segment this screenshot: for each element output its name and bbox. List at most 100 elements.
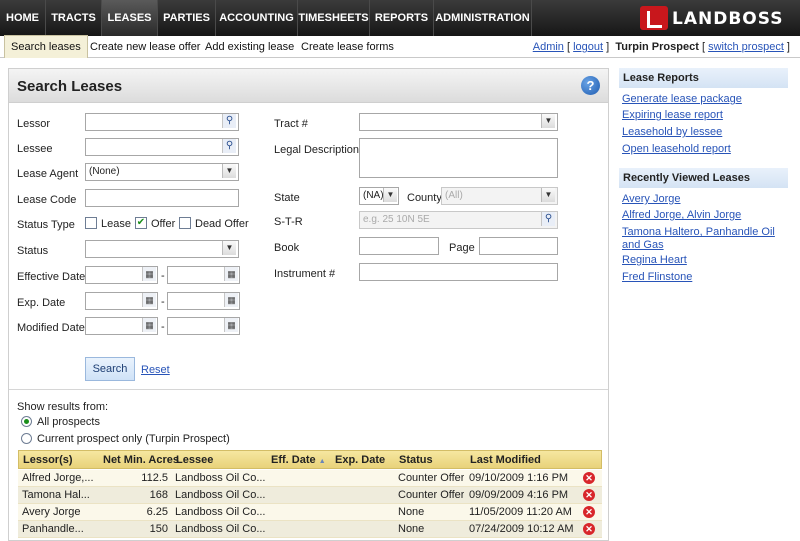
nav-timesheets[interactable]: TIMESHEETS bbox=[298, 0, 370, 36]
calendar-icon[interactable]: ▦ bbox=[224, 318, 238, 332]
str-input[interactable]: e.g. 25 10N 5E bbox=[359, 211, 558, 229]
chevron-down-icon[interactable]: ▼ bbox=[222, 241, 236, 255]
lessor-input[interactable] bbox=[85, 113, 239, 131]
current-prospect-radio[interactable] bbox=[21, 433, 32, 444]
delete-icon[interactable]: ✕ bbox=[583, 489, 595, 501]
cell-last-modified: 07/24/2009 10:12 AM bbox=[469, 523, 574, 535]
lessee-search-icon[interactable]: ⚲ bbox=[222, 139, 236, 153]
book-input[interactable] bbox=[359, 237, 439, 255]
nav-tracts[interactable]: TRACTS bbox=[46, 0, 102, 36]
offer-checkbox[interactable]: ✔ bbox=[135, 217, 147, 229]
chevron-down-icon[interactable]: ▼ bbox=[541, 188, 555, 202]
cell-lessor: Avery Jorge bbox=[22, 506, 81, 518]
lease-checkbox[interactable] bbox=[85, 217, 97, 229]
lease-code-input[interactable] bbox=[85, 189, 239, 207]
admin-link[interactable]: Admin bbox=[533, 41, 564, 53]
calendar-icon[interactable]: ▦ bbox=[142, 318, 156, 332]
report-link-open-leasehold[interactable]: Open leasehold report bbox=[622, 143, 788, 156]
nav-accounting[interactable]: ACCOUNTING bbox=[216, 0, 298, 36]
cell-status: None bbox=[398, 523, 425, 535]
calendar-icon[interactable]: ▦ bbox=[224, 293, 238, 307]
lessee-input[interactable] bbox=[85, 138, 239, 156]
chevron-down-icon[interactable]: ▼ bbox=[222, 164, 236, 178]
status-type-label: Status Type bbox=[17, 219, 75, 231]
modified-date-label: Modified Date bbox=[17, 322, 85, 334]
search-panel-header: Search Leases ? bbox=[9, 69, 608, 103]
calendar-icon[interactable]: ▦ bbox=[142, 267, 156, 281]
reset-link[interactable]: Reset bbox=[141, 364, 170, 376]
calendar-icon[interactable]: ▦ bbox=[142, 293, 156, 307]
offer-checkbox-label: Offer bbox=[151, 218, 176, 230]
delete-icon[interactable]: ✕ bbox=[583, 523, 595, 535]
subnav-add-existing[interactable]: Add existing lease bbox=[205, 36, 294, 58]
col-eff-date[interactable]: Eff. Date ▲ bbox=[271, 451, 326, 469]
delete-icon[interactable]: ✕ bbox=[583, 506, 595, 518]
dead-offer-checkbox[interactable] bbox=[179, 217, 191, 229]
cell-lessor: Panhandle... bbox=[22, 523, 84, 535]
table-row[interactable]: Tamona Hal... 168 Landboss Oil Co.... Co… bbox=[18, 487, 602, 504]
recent-lease-link[interactable]: Tamona Haltero, Panhandle Oil and Gas bbox=[622, 226, 788, 252]
cell-lessee: Landboss Oil Co.... bbox=[175, 506, 265, 518]
recent-lease-link[interactable]: Regina Heart bbox=[622, 254, 788, 267]
subnav-create-forms[interactable]: Create lease forms bbox=[301, 36, 394, 58]
nav-reports[interactable]: REPORTS bbox=[370, 0, 434, 36]
table-row[interactable]: Avery Jorge 6.25 Landboss Oil Co.... Non… bbox=[18, 504, 602, 521]
delete-icon[interactable]: ✕ bbox=[583, 472, 595, 484]
page-label: Page bbox=[449, 242, 475, 254]
logout-link[interactable]: logout bbox=[573, 41, 603, 53]
col-last-modified[interactable]: Last Modified bbox=[470, 451, 541, 469]
cell-acres: 168 bbox=[149, 489, 168, 501]
sort-asc-icon: ▲ bbox=[318, 458, 326, 465]
help-icon[interactable]: ? bbox=[581, 76, 600, 95]
subnav-search-leases[interactable]: Search leases bbox=[4, 35, 88, 58]
book-label: Book bbox=[274, 242, 300, 254]
current-prospect: Turpin Prospect bbox=[615, 41, 699, 53]
cell-last-modified: 09/09/2009 4:16 PM bbox=[469, 489, 569, 501]
top-navigation: HOME TRACTS LEASES PARTIES ACCOUNTING TI… bbox=[0, 0, 800, 36]
tract-select[interactable] bbox=[359, 113, 558, 131]
cell-lessor: Alfred Jorge,... bbox=[22, 472, 94, 484]
cell-lessee: Landboss Oil Co.... bbox=[175, 523, 265, 535]
chevron-down-icon[interactable]: ▼ bbox=[383, 188, 397, 202]
all-prospects-radio[interactable] bbox=[21, 416, 32, 427]
date-separator: - bbox=[161, 270, 165, 282]
instrument-input[interactable] bbox=[359, 263, 558, 281]
recent-lease-link[interactable]: Alfred Jorge, Alvin Jorge bbox=[622, 209, 788, 222]
nav-parties[interactable]: PARTIES bbox=[158, 0, 216, 36]
cell-acres: 6.25 bbox=[146, 506, 168, 518]
recent-lease-link[interactable]: Fred Flinstone bbox=[622, 271, 788, 284]
str-search-icon[interactable]: ⚲ bbox=[541, 212, 555, 226]
cell-last-modified: 11/05/2009 11:20 AM bbox=[469, 506, 572, 518]
cell-status: None bbox=[398, 506, 425, 518]
cell-lessee: Landboss Oil Co.... bbox=[175, 472, 265, 484]
col-lessors[interactable]: Lessor(s) bbox=[23, 451, 73, 469]
status-select[interactable] bbox=[85, 240, 239, 258]
nav-administration[interactable]: ADMINISTRATION bbox=[434, 0, 532, 36]
legal-description-textarea[interactable] bbox=[359, 138, 558, 178]
lease-agent-select[interactable]: (None) bbox=[85, 163, 239, 181]
col-net-min-acres[interactable]: Net Min. Acres bbox=[103, 451, 179, 469]
table-row[interactable]: Alfred Jorge,... 112.5 Landboss Oil Co..… bbox=[18, 470, 602, 487]
search-panel: Search Leases ? Lessor ⚲ Lessee ⚲ Lease … bbox=[8, 68, 609, 541]
search-button[interactable]: Search bbox=[85, 357, 135, 381]
lessor-label: Lessor bbox=[17, 118, 51, 130]
lease-agent-label: Lease Agent bbox=[17, 168, 79, 180]
col-exp-date[interactable]: Exp. Date bbox=[335, 451, 385, 469]
col-status[interactable]: Status bbox=[399, 451, 433, 469]
logo-text: LANDBOSS bbox=[672, 9, 784, 29]
report-link-generate-package[interactable]: Generate lease package bbox=[622, 93, 788, 106]
nav-home[interactable]: HOME bbox=[0, 0, 46, 36]
switch-prospect-link[interactable]: switch prospect bbox=[708, 41, 784, 53]
col-lessee[interactable]: Lessee bbox=[176, 451, 213, 469]
nav-leases[interactable]: LEASES bbox=[102, 0, 158, 36]
recently-viewed-header: Recently Viewed Leases bbox=[619, 168, 788, 188]
chevron-down-icon[interactable]: ▼ bbox=[541, 114, 555, 128]
recent-lease-link[interactable]: Avery Jorge bbox=[622, 193, 788, 206]
page-input[interactable] bbox=[479, 237, 558, 255]
subnav-create-offer[interactable]: Create new lease offer bbox=[90, 36, 200, 58]
report-link-expiring[interactable]: Expiring lease report bbox=[622, 109, 788, 122]
calendar-icon[interactable]: ▦ bbox=[224, 267, 238, 281]
lessor-search-icon[interactable]: ⚲ bbox=[222, 114, 236, 128]
report-link-leasehold-lessee[interactable]: Leasehold by lessee bbox=[622, 126, 788, 139]
table-row[interactable]: Panhandle... 150 Landboss Oil Co.... Non… bbox=[18, 521, 602, 538]
